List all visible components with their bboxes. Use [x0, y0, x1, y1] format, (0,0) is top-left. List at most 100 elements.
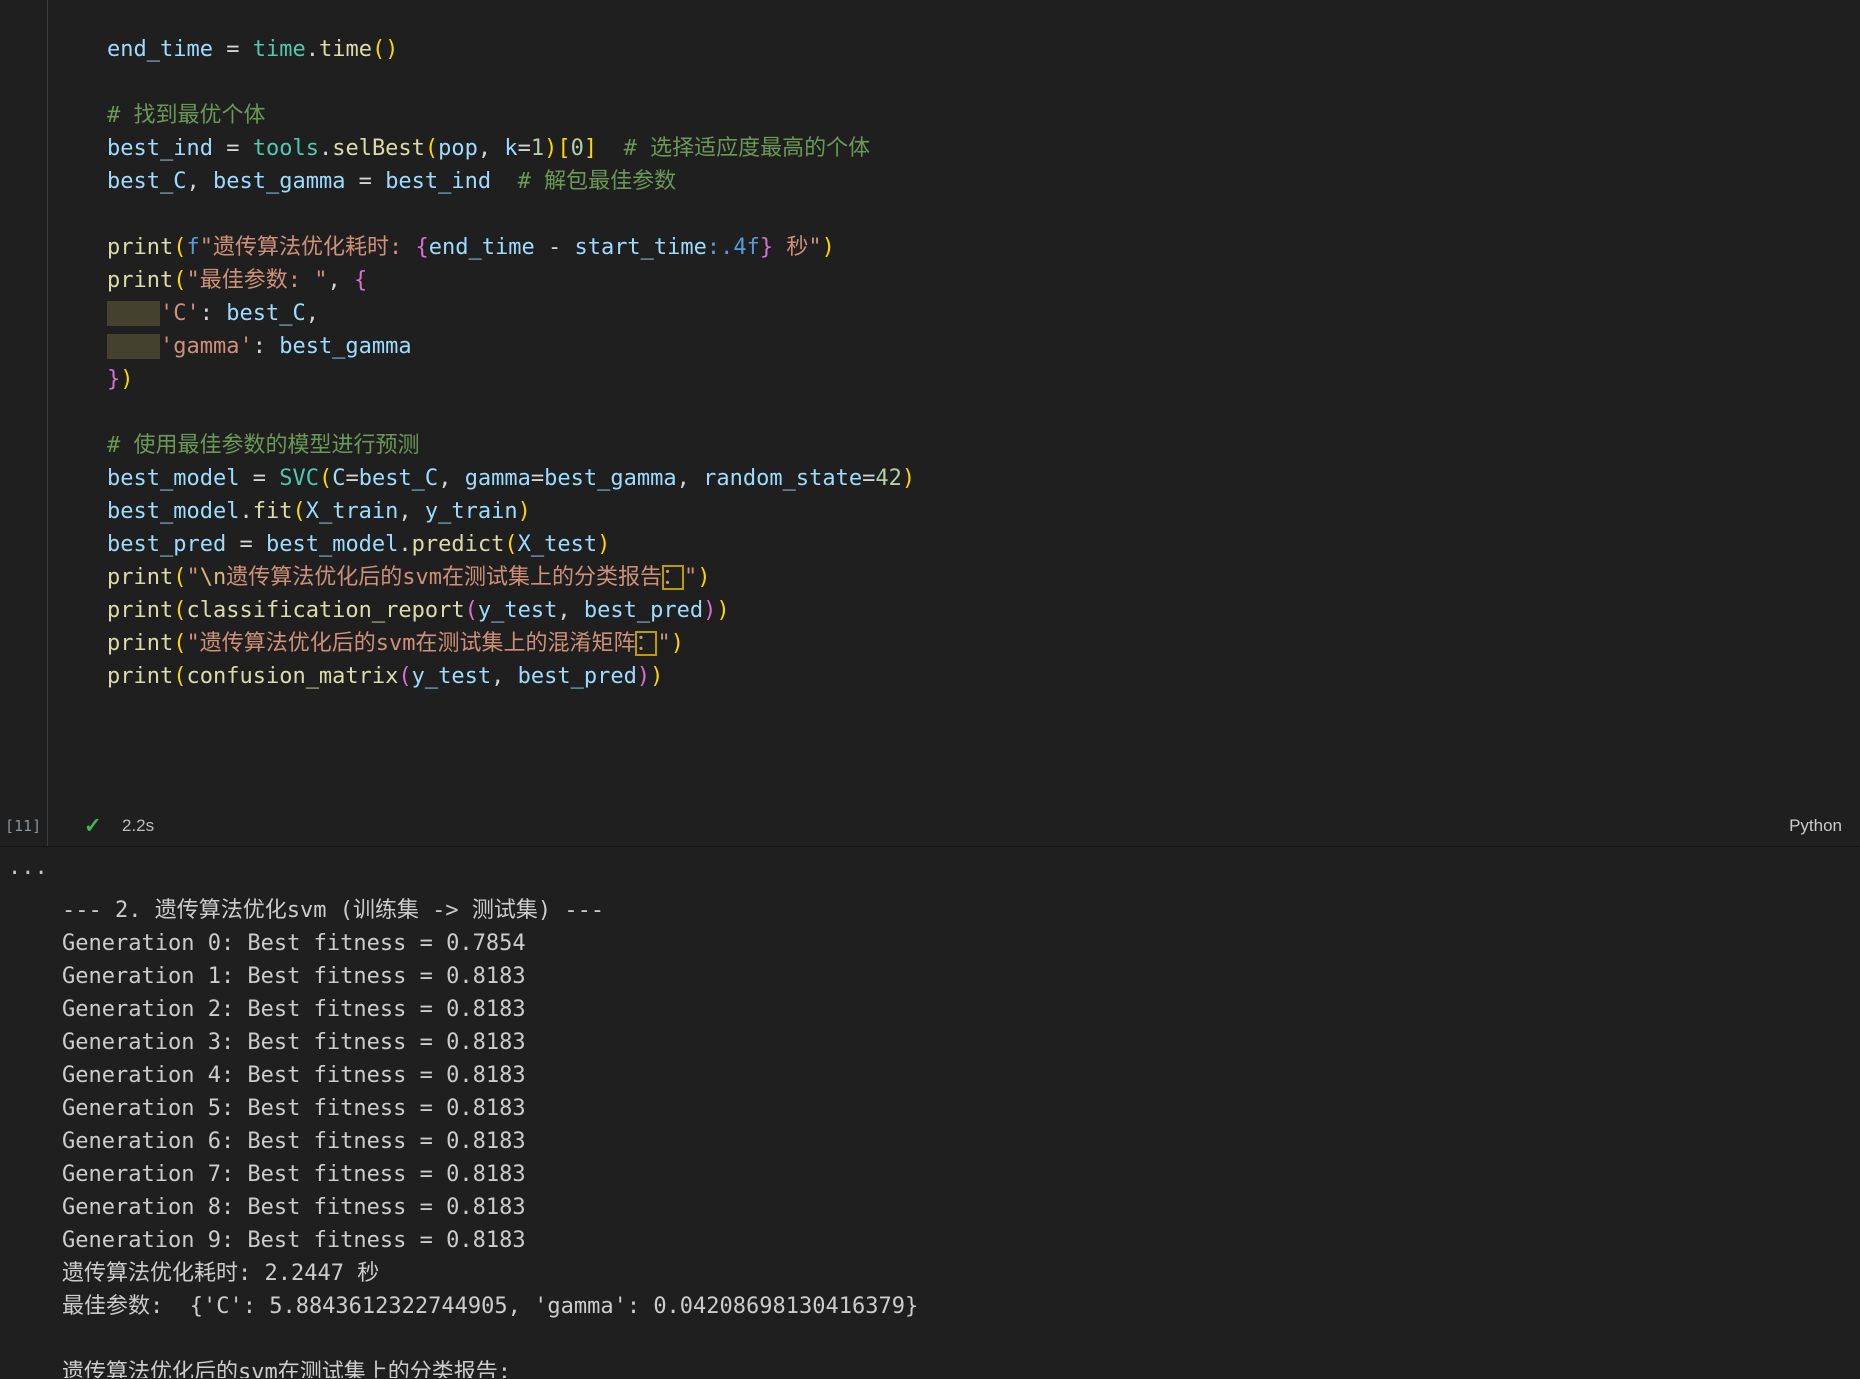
code-token: )[ [544, 136, 571, 161]
code-token: print [107, 664, 174, 689]
code-token: ) [901, 466, 916, 491]
code-token: "遗传算法优化后的svm在测试集上的混淆矩阵 [186, 631, 636, 656]
code-token: best_model [107, 499, 240, 524]
code-token: end_time [107, 37, 213, 62]
execution-time: 2.2s [122, 816, 155, 835]
code-token: best_pred [107, 532, 227, 557]
code-token: start_time [574, 235, 707, 260]
code-token: ( [173, 598, 187, 623]
code-token: ( [173, 235, 187, 260]
code-token: ( [292, 499, 306, 524]
code-token: , [327, 268, 354, 293]
output-overflow-indicator[interactable]: ... [8, 855, 48, 880]
code-token: print [107, 565, 174, 590]
output-line: Generation 5: Best fitness = 0.8183 [62, 1096, 526, 1121]
code-token: # 选择适应度最高的个体 [623, 136, 871, 161]
code-token: 秒" [773, 235, 822, 260]
code-token: SVC [279, 466, 319, 491]
code-token: = [517, 136, 531, 161]
execution-count: [11] [5, 817, 42, 835]
code-line: best_model = SVC(C=best_C, gamma=best_ga… [107, 462, 1860, 495]
code-token: , [676, 466, 704, 491]
code-token: ) [703, 598, 717, 623]
code-line: best_model.fit(X_train, y_train) [107, 495, 1860, 528]
code-token: = [345, 169, 386, 194]
code-line: # 使用最佳参数的模型进行预测 [107, 429, 1860, 462]
code-token: k [504, 136, 518, 161]
ambiguous-unicode-highlight: ： [661, 565, 684, 590]
code-token: , [438, 466, 465, 491]
code-token: y_train [424, 499, 518, 524]
code-token: y_test [411, 664, 492, 689]
code-token: = [226, 532, 266, 557]
code-token: \n [199, 565, 227, 590]
code-token: print [107, 268, 174, 293]
code-token: best_ind [385, 169, 492, 194]
code-token: ) [120, 367, 134, 392]
code-token: , [186, 169, 213, 194]
code-token: = [530, 466, 545, 491]
code-token: best_model [265, 532, 399, 557]
code-token: ( [424, 136, 439, 161]
code-token: best_gamma [279, 334, 412, 359]
code-line: 'gamma': best_gamma [107, 330, 1860, 363]
code-token: ) [517, 499, 531, 524]
code-token [107, 334, 160, 359]
code-line: print(classification_report(y_test, best… [107, 594, 1860, 627]
code-line: print("遗传算法优化后的svm在测试集上的混淆矩阵：") [107, 627, 1860, 660]
output-line: Generation 2: Best fitness = 0.8183 [62, 997, 526, 1022]
code-token: . [305, 37, 319, 62]
code-line: best_pred = best_model.predict(X_test) [107, 528, 1860, 561]
code-token: selBest [332, 136, 425, 161]
code-token: "遗传算法优化耗时: [199, 235, 416, 260]
code-token: # 解包最佳参数 [517, 169, 677, 194]
code-token: best_gamma [544, 466, 677, 491]
output-line: 遗传算法优化后的svm在测试集上的分类报告: [62, 1360, 511, 1378]
code-token: : [252, 334, 280, 359]
code-token: # 使用最佳参数的模型进行预测 [107, 433, 420, 458]
output-line: Generation 4: Best fitness = 0.8183 [62, 1063, 526, 1088]
code-token: ( [318, 466, 333, 491]
code-token: 0 [570, 136, 584, 161]
ambiguous-unicode-highlight: ： [635, 631, 658, 656]
code-token: " [684, 565, 698, 590]
code-token: ( [398, 664, 412, 689]
code-token: print [107, 598, 174, 623]
code-token: # 找到最优个体 [107, 103, 266, 128]
code-token: ] [583, 136, 598, 161]
output-line: --- 2. 遗传算法优化svm (训练集 -> 测试集) --- [62, 898, 605, 923]
code-token: best_C [226, 301, 306, 326]
code-token: ( [504, 532, 518, 557]
code-token: ) [716, 598, 730, 623]
code-token: } [759, 235, 774, 260]
code-token: , [398, 499, 425, 524]
code-token: random_state [703, 466, 863, 491]
code-editor[interactable]: end_time = time.time() # 找到最优个体 best_ind =… [0, 0, 1860, 806]
code-token: tools [252, 136, 319, 161]
code-token: ( [173, 664, 187, 689]
code-token: () [371, 37, 399, 62]
code-line: 'C': best_C, [107, 297, 1860, 330]
code-line: print("最佳参数: ", { [107, 264, 1860, 297]
code-token: = [239, 466, 280, 491]
code-token: . [318, 136, 333, 161]
code-token: : [199, 301, 227, 326]
code-token: gamma [464, 466, 531, 491]
code-token: . [239, 499, 253, 524]
output-line: Generation 3: Best fitness = 0.8183 [62, 1030, 526, 1055]
code-token: end_time [428, 235, 535, 260]
code-token: { [415, 235, 429, 260]
language-picker[interactable]: Python [1789, 816, 1842, 836]
code-token: C [332, 466, 346, 491]
code-token: 42 [875, 466, 902, 491]
code-token: ( [173, 268, 187, 293]
code-token: ( [464, 598, 478, 623]
cell-focus-border [47, 0, 48, 846]
code-token: } [107, 367, 121, 392]
cell-output: --- 2. 遗传算法优化svm (训练集 -> 测试集) --- Generat… [0, 847, 1860, 1378]
code-token: 'C' [159, 301, 200, 326]
